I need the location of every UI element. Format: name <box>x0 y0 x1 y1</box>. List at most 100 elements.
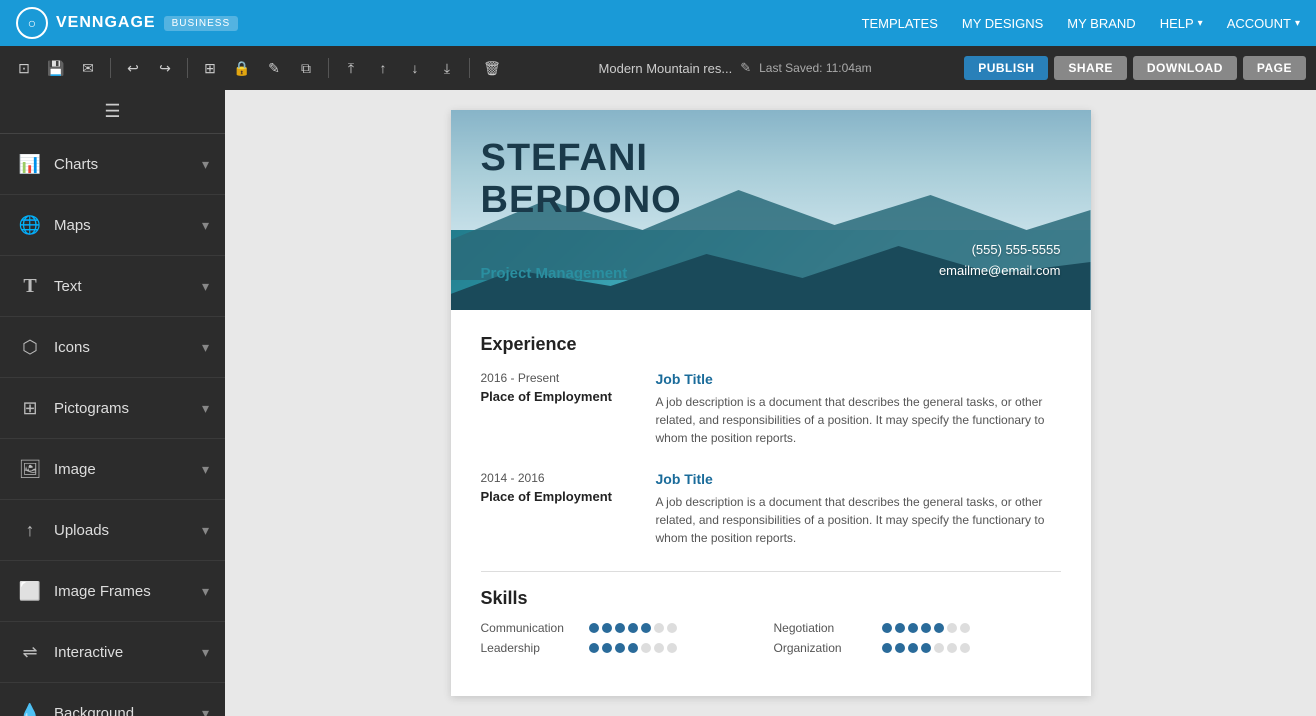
charts-chevron-icon: ▾ <box>202 156 209 173</box>
exp-job-title-2: Job Title <box>656 471 1061 487</box>
skill-row-negotiation: Negotiation <box>774 621 1061 635</box>
move-down-icon[interactable]: ↓ <box>401 54 429 82</box>
uploads-icon: ↑ <box>16 520 44 541</box>
dot <box>934 623 944 633</box>
dot <box>615 643 625 653</box>
experience-section: Experience 2016 - Present Place of Emplo… <box>481 334 1061 547</box>
doc-edit-icon[interactable]: ✎ <box>740 60 751 76</box>
dot <box>589 623 599 633</box>
image-frames-icon: ⬜ <box>16 581 44 602</box>
business-badge: BUSINESS <box>164 16 239 31</box>
nav-my-designs[interactable]: MY DESIGNS <box>962 16 1043 31</box>
resume-job-title: Project Management <box>481 265 628 282</box>
resume-header-content: STEFANI BERDONO Project Management (555)… <box>451 110 1091 310</box>
delete-icon[interactable]: 🗑 <box>478 54 506 82</box>
dot <box>615 623 625 633</box>
publish-button[interactable]: PUBLISH <box>964 56 1048 80</box>
exp-company-1: Place of Employment <box>481 389 656 404</box>
venngage-logo-icon: ○ <box>16 7 48 39</box>
dot <box>934 643 944 653</box>
dot <box>895 643 905 653</box>
sidebar-item-uploads[interactable]: ↑ Uploads ▾ <box>0 500 225 561</box>
sidebar-item-background[interactable]: 💧 Background ▾ <box>0 683 225 716</box>
email-icon[interactable]: ✉ <box>74 54 102 82</box>
exp-desc-2: A job description is a document that des… <box>656 493 1061 547</box>
nav-help[interactable]: HELP ▾ <box>1160 16 1203 31</box>
exp-left-2: 2014 - 2016 Place of Employment <box>481 471 656 547</box>
exp-job-title-1: Job Title <box>656 371 1061 387</box>
nav-templates[interactable]: TEMPLATES <box>862 16 938 31</box>
text-icon: T <box>16 275 44 298</box>
page-button[interactable]: PAGE <box>1243 56 1306 80</box>
text-chevron-icon: ▾ <box>202 278 209 295</box>
icons-icon: ⬡ <box>16 337 44 358</box>
hamburger-icon: ☰ <box>104 101 120 122</box>
exp-date-2: 2014 - 2016 <box>481 471 656 485</box>
sidebar-label-icons: Icons <box>54 339 202 356</box>
sidebar-item-icons[interactable]: ⬡ Icons ▾ <box>0 317 225 378</box>
undo-icon[interactable]: ↩ <box>119 54 147 82</box>
pictograms-icon: ⊞ <box>16 398 44 419</box>
sidebar-item-charts[interactable]: 📊 Charts ▾ <box>0 134 225 195</box>
hamburger-button[interactable]: ☰ <box>0 90 225 134</box>
dot <box>908 643 918 653</box>
nav-links: TEMPLATES MY DESIGNS MY BRAND HELP ▾ ACC… <box>862 16 1300 31</box>
dot <box>882 623 892 633</box>
move-up-icon[interactable]: ↑ <box>369 54 397 82</box>
sidebar-item-image[interactable]: 🖼 Image ▾ <box>0 439 225 500</box>
dot <box>589 643 599 653</box>
dot <box>921 643 931 653</box>
account-chevron-icon: ▾ <box>1295 18 1300 29</box>
dot <box>654 623 664 633</box>
skill-dots-organization <box>882 643 970 653</box>
dot <box>667 643 677 653</box>
move-top-icon[interactable]: ⤒ <box>337 54 365 82</box>
edit-icon[interactable]: ✎ <box>260 54 288 82</box>
move-bottom-icon[interactable]: ⤓ <box>433 54 461 82</box>
sidebar-item-image-frames[interactable]: ⬜ Image Frames ▾ <box>0 561 225 622</box>
lock-icon[interactable]: 🔒 <box>228 54 256 82</box>
experience-heading: Experience <box>481 334 1061 355</box>
interactive-icon: ⇌ <box>16 642 44 663</box>
nav-my-brand[interactable]: MY BRAND <box>1067 16 1135 31</box>
image-chevron-icon: ▾ <box>202 461 209 478</box>
dot <box>641 623 651 633</box>
grid-icon[interactable]: ⊞ <box>196 54 224 82</box>
skill-row-leadership: Leadership <box>481 641 768 655</box>
redo-icon[interactable]: ↪ <box>151 54 179 82</box>
copy-icon[interactable]: ⧉ <box>292 54 320 82</box>
toolbar-sep-3 <box>328 58 329 78</box>
dot <box>602 643 612 653</box>
toolbar-sep-1 <box>110 58 111 78</box>
maps-icon: 🌐 <box>16 215 44 236</box>
skills-heading: Skills <box>481 588 1061 609</box>
share-button[interactable]: SHARE <box>1054 56 1127 80</box>
sidebar-item-interactive[interactable]: ⇌ Interactive ▾ <box>0 622 225 683</box>
background-icon: 💧 <box>16 703 44 716</box>
save-icon[interactable]: 💾 <box>42 54 70 82</box>
doc-title: Modern Mountain res... <box>599 61 733 76</box>
dot <box>641 643 651 653</box>
sidebar-item-text[interactable]: T Text ▾ <box>0 256 225 317</box>
skill-dots-negotiation <box>882 623 970 633</box>
interactive-chevron-icon: ▾ <box>202 644 209 661</box>
maps-chevron-icon: ▾ <box>202 217 209 234</box>
download-button[interactable]: DOWNLOAD <box>1133 56 1237 80</box>
exp-right-1: Job Title A job description is a documen… <box>656 371 1061 447</box>
sidebar-label-background: Background <box>54 705 202 716</box>
skill-name-organization: Organization <box>774 641 874 655</box>
sidebar-item-maps[interactable]: 🌐 Maps ▾ <box>0 195 225 256</box>
resume-bottom-row: Project Management (555) 555-5555 emailm… <box>481 240 1061 282</box>
sidebar-label-charts: Charts <box>54 156 202 173</box>
sidebar-label-image: Image <box>54 461 202 478</box>
sidebar-label-uploads: Uploads <box>54 522 202 539</box>
icons-chevron-icon: ▾ <box>202 339 209 356</box>
charts-icon: 📊 <box>16 154 44 175</box>
toolbar-sep-2 <box>187 58 188 78</box>
presentation-icon[interactable]: ⊡ <box>10 54 38 82</box>
doc-title-area: Modern Mountain res... ✎ Last Saved: 11:… <box>510 60 960 76</box>
nav-account[interactable]: ACCOUNT ▾ <box>1227 16 1300 31</box>
exp-left-1: 2016 - Present Place of Employment <box>481 371 656 447</box>
dot <box>667 623 677 633</box>
sidebar-item-pictograms[interactable]: ⊞ Pictograms ▾ <box>0 378 225 439</box>
